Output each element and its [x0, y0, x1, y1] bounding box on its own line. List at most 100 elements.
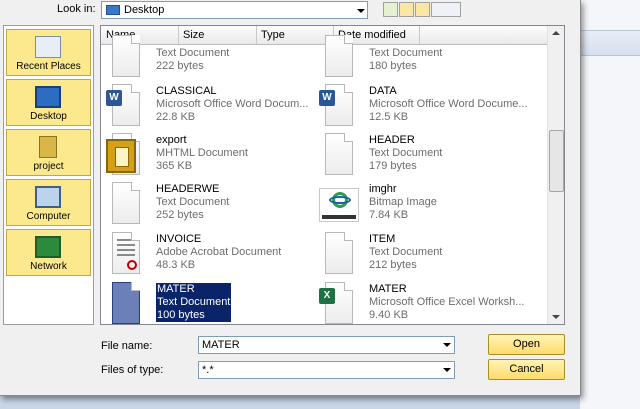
file-name: ITEM: [369, 233, 396, 245]
recent-places-icon: [35, 36, 61, 58]
file-name-input[interactable]: MATER: [198, 336, 455, 354]
file-name-value: MATER: [202, 339, 240, 351]
file-size: 12.5 KB: [369, 111, 409, 123]
folder-icon: [39, 136, 57, 158]
file-type: Microsoft Office Excel Worksh...: [369, 296, 525, 308]
file-size: 22.8 KB: [156, 111, 196, 123]
open-button[interactable]: Open: [488, 334, 565, 355]
file-item[interactable]: W DATA Microsoft Office Word Docume... 12.…: [315, 82, 528, 130]
file-size: 212 bytes: [369, 259, 417, 271]
column-separator[interactable]: [178, 26, 179, 44]
file-item[interactable]: W CLASSICAL Microsoft Office Word Docum..…: [102, 82, 314, 130]
file-size: 100 bytes: [157, 309, 205, 321]
file-name: export: [156, 134, 187, 146]
file-item[interactable]: export MHTML Document 365 KB: [102, 131, 314, 179]
file-size: 179 bytes: [369, 160, 417, 172]
places-bar: Recent Places Desktop project Computer N…: [3, 25, 94, 325]
text-document-icon: [319, 232, 355, 275]
word-document-icon: W: [319, 84, 355, 127]
file-name: MATER: [369, 283, 407, 295]
computer-icon: [35, 186, 61, 208]
file-name-label: File name:: [101, 340, 153, 352]
desktop-icon: [35, 86, 61, 108]
text-document-icon: [106, 282, 142, 324]
place-label: Desktop: [30, 111, 67, 122]
background-toolbar: [580, 30, 640, 56]
file-item[interactable]: X MATER Microsoft Office Excel Worksh... 9…: [315, 280, 527, 324]
excel-workbook-icon: X: [319, 282, 355, 324]
file-type: MHTML Document: [156, 147, 248, 159]
file-item[interactable]: HEADERWE Text Document 252 bytes: [102, 180, 314, 228]
cancel-button[interactable]: Cancel: [488, 359, 565, 380]
file-size: 7.84 KB: [369, 209, 409, 221]
file-type: Microsoft Office Word Docum...: [156, 98, 309, 110]
file-name: CLASSICAL: [156, 85, 217, 97]
up-folder-icon[interactable]: [399, 2, 414, 17]
scroll-down-icon[interactable]: [552, 315, 560, 319]
file-type: Microsoft Office Word Docume...: [369, 98, 528, 110]
chevron-down-icon[interactable]: [443, 343, 451, 347]
file-item[interactable]: imghr Bitmap Image 7.84 KB: [315, 180, 527, 228]
look-in-combo[interactable]: Desktop: [101, 1, 368, 19]
place-network[interactable]: Network: [6, 229, 91, 276]
file-size: 48.3 KB: [156, 259, 196, 271]
chevron-down-icon[interactable]: [443, 368, 451, 372]
file-item[interactable]: ITEM Text Document 212 bytes: [315, 230, 527, 278]
place-label: Recent Places: [16, 61, 81, 72]
files-of-type-label: Files of type:: [101, 364, 164, 376]
scroll-thumb[interactable]: [549, 130, 564, 192]
file-size: 180 bytes: [369, 60, 417, 72]
file-type: Adobe Acrobat Document: [156, 246, 282, 258]
place-computer[interactable]: Computer: [6, 179, 91, 226]
file-type: Bitmap Image: [369, 196, 437, 208]
text-document-icon: [106, 182, 142, 225]
file-type: Text Document: [156, 47, 230, 59]
column-separator[interactable]: [256, 26, 257, 44]
pdf-document-icon: [106, 232, 142, 275]
background-window: [580, 0, 640, 409]
file-name: HEADER: [369, 134, 415, 146]
text-document-icon: [106, 35, 142, 78]
text-document-icon: [319, 35, 355, 78]
text-document-icon: [319, 133, 355, 176]
new-folder-icon[interactable]: [415, 2, 430, 17]
file-size: 365 KB: [156, 160, 193, 172]
file-type: Text Document: [369, 246, 443, 258]
scroll-up-icon[interactable]: [552, 31, 560, 35]
file-size: 252 bytes: [156, 209, 204, 221]
place-recent-places[interactable]: Recent Places: [6, 29, 91, 76]
mhtml-document-icon: [106, 133, 142, 176]
column-separator[interactable]: [419, 26, 420, 44]
look-in-label: Look in:: [57, 3, 96, 15]
place-label: project: [33, 161, 64, 172]
file-item[interactable]: HEADER Text Document 179 bytes: [315, 131, 527, 179]
place-desktop[interactable]: Desktop: [6, 79, 91, 126]
view-menu-icon[interactable]: [431, 2, 461, 17]
place-project[interactable]: project: [6, 129, 91, 176]
word-document-icon: W: [106, 84, 142, 127]
place-label: Network: [30, 261, 67, 272]
chevron-down-icon[interactable]: [357, 9, 365, 13]
vertical-scrollbar[interactable]: [547, 26, 564, 324]
file-type: Text Document: [156, 196, 230, 208]
file-name: INVOICE: [156, 233, 202, 245]
open-file-dialog: Look in: Desktop Recent Places Desktop p…: [0, 0, 581, 396]
file-type: Text Document: [369, 147, 443, 159]
file-item[interactable]: INVOICE Adobe Acrobat Document 48.3 KB: [102, 230, 314, 278]
file-size: 222 bytes: [156, 60, 204, 72]
file-type: Text Document: [369, 47, 443, 59]
desktop-folder-icon: [106, 5, 120, 15]
files-of-type-value: *.*: [202, 364, 214, 376]
file-name: HEADERWE: [156, 183, 220, 195]
file-name: DATA: [369, 85, 397, 97]
column-size[interactable]: Size: [183, 29, 204, 41]
place-label: Computer: [26, 211, 71, 222]
bitmap-image-icon: [319, 182, 359, 225]
look-in-value: Desktop: [124, 4, 165, 16]
file-list[interactable]: Name Size Type Date modified Text Docume…: [100, 25, 565, 325]
column-type[interactable]: Type: [261, 29, 285, 41]
file-item-selected[interactable]: MATER Text Document 100 bytes: [102, 280, 314, 324]
back-icon[interactable]: [383, 2, 398, 17]
files-of-type-select[interactable]: *.*: [198, 361, 455, 379]
file-name: MATER: [157, 283, 195, 295]
